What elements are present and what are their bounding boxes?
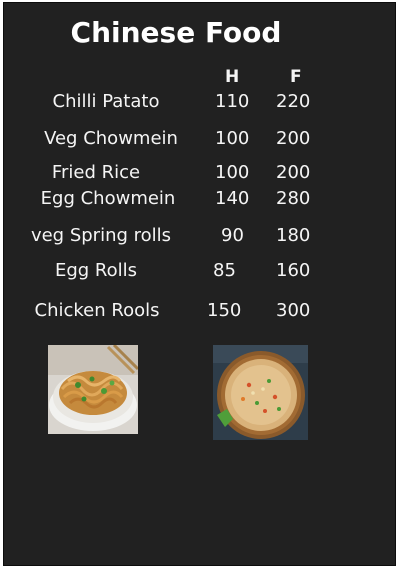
column-header-half: H bbox=[225, 67, 240, 87]
menu-item-name: Chilli Patato bbox=[52, 91, 160, 112]
noodles-photo bbox=[48, 345, 138, 434]
menu-item-price-half: 90 bbox=[221, 225, 244, 246]
menu-item-name: veg Spring rolls bbox=[30, 225, 172, 246]
menu-item-name: Chicken Rools bbox=[34, 300, 160, 321]
menu-item-price-half: 85 bbox=[213, 260, 236, 281]
menu-item-price-half: 110 bbox=[215, 91, 250, 112]
menu-item-price-half: 100 bbox=[215, 162, 250, 183]
menu-item-price-full: 160 bbox=[276, 260, 311, 281]
menu-item-price-half: 140 bbox=[215, 188, 250, 209]
menu-item-price-full: 200 bbox=[276, 128, 311, 149]
menu-item-name: Egg Rolls bbox=[54, 260, 138, 281]
menu-item-price-full: 180 bbox=[276, 225, 311, 246]
menu-item-name: Egg Chowmein bbox=[40, 188, 176, 209]
menu-board bbox=[3, 2, 396, 566]
column-header-full: F bbox=[290, 67, 302, 87]
menu-item-name: Veg Chowmein bbox=[44, 128, 178, 149]
menu-item-name: Fried Rice bbox=[51, 162, 141, 183]
menu-title: Chinese Food bbox=[70, 16, 282, 49]
menu-item-price-full: 220 bbox=[276, 91, 311, 112]
menu-item-price-full: 200 bbox=[276, 162, 311, 183]
fried-rice-photo bbox=[213, 345, 308, 440]
menu-item-price-full: 280 bbox=[276, 188, 311, 209]
menu-item-price-half: 100 bbox=[215, 128, 250, 149]
menu-item-price-half: 150 bbox=[207, 300, 242, 321]
menu-item-price-full: 300 bbox=[276, 300, 311, 321]
